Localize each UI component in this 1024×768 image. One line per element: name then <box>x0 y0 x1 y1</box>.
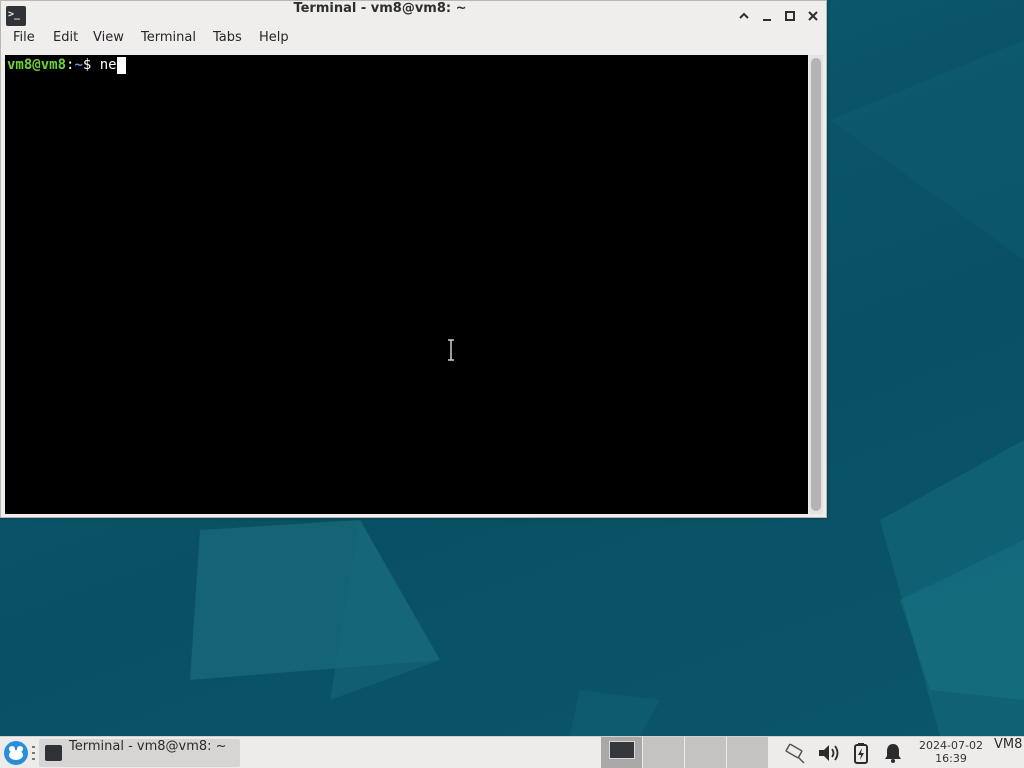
prompt-path: ~ <box>74 57 83 73</box>
workspace-4[interactable] <box>727 737 768 768</box>
terminal-scrollbar[interactable] <box>809 55 823 514</box>
ibeam-cursor-icon <box>448 339 454 361</box>
clock[interactable]: 2024-07-02 16:39 <box>912 739 990 767</box>
menu-help[interactable]: Help <box>259 30 289 54</box>
menu-bar: File Edit View Terminal Tabs Help <box>1 30 826 54</box>
battery-charging-icon[interactable] <box>849 741 873 765</box>
minimize-icon[interactable] <box>758 7 776 25</box>
chevron-up-icon[interactable] <box>735 7 753 25</box>
workspace-window-thumbnail <box>609 741 635 759</box>
menu-view[interactable]: View <box>93 30 124 54</box>
menu-tabs[interactable]: Tabs <box>213 30 242 54</box>
scrollbar-thumb[interactable] <box>811 58 821 511</box>
menu-terminal[interactable]: Terminal <box>141 30 196 54</box>
bell-icon[interactable] <box>881 741 905 765</box>
window-titlebar[interactable]: >_ Terminal - vm8@vm8: ~ <box>1 1 826 30</box>
text-cursor <box>116 57 126 74</box>
workspace-3[interactable] <box>685 737 726 768</box>
volume-icon[interactable] <box>816 741 840 765</box>
terminal-icon <box>45 745 62 761</box>
workspace-1[interactable] <box>601 737 642 768</box>
clock-time: 16:39 <box>935 752 967 765</box>
clock-date: 2024-07-02 <box>919 739 983 752</box>
menu-file[interactable]: File <box>13 30 35 54</box>
window-title: Terminal - vm8@vm8: ~ <box>293 1 467 16</box>
taskbar: Terminal - vm8@vm8: ~ 2024-07-02 16:39 V… <box>0 736 1024 768</box>
maximize-icon[interactable] <box>781 7 799 25</box>
typed-command: ne <box>99 57 117 73</box>
network-icon[interactable] <box>784 741 808 765</box>
hostname-label: VM8 <box>994 737 1023 752</box>
workspace-2[interactable] <box>643 737 684 768</box>
separator-handle-icon <box>32 746 35 760</box>
prompt-symbol: $ <box>82 57 100 73</box>
terminal-window[interactable]: >_ Terminal - vm8@vm8: ~ File Edit View … <box>0 0 827 518</box>
prompt-user-host: vm8@vm8 <box>7 57 67 73</box>
taskbar-window-button[interactable]: Terminal - vm8@vm8: ~ <box>39 739 240 767</box>
close-icon[interactable] <box>804 7 822 25</box>
menu-edit[interactable]: Edit <box>53 30 78 54</box>
whisker-menu-icon[interactable] <box>3 740 29 766</box>
prompt-line: vm8@vm8:~$ ne <box>7 57 126 74</box>
terminal-output[interactable]: vm8@vm8:~$ ne <box>5 55 808 514</box>
taskbar-window-label: Terminal - vm8@vm8: ~ <box>69 739 227 754</box>
